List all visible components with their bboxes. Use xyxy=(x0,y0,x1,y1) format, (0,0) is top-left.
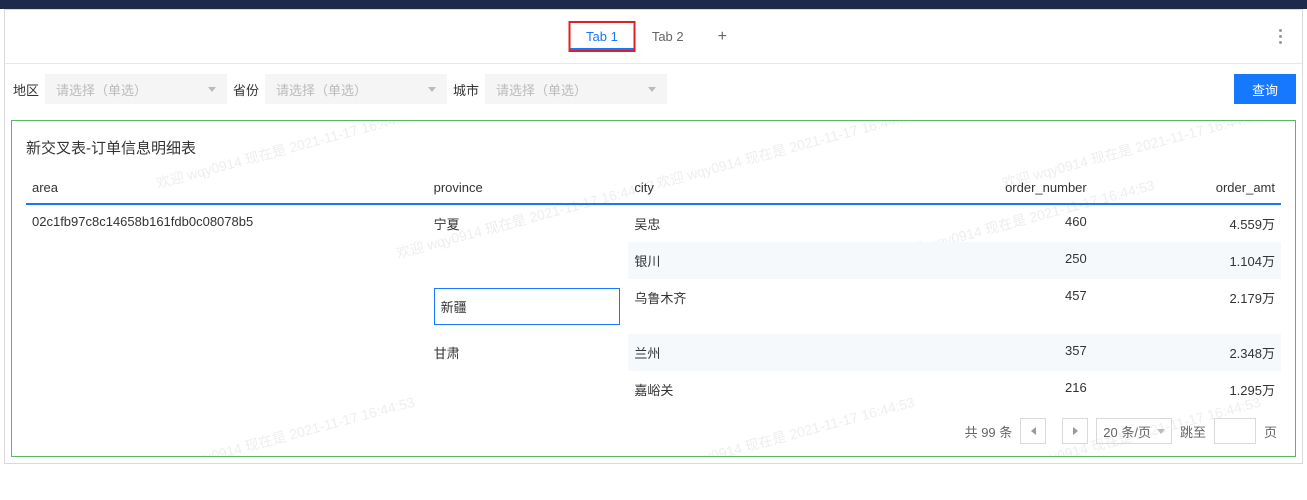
cell-order-number: 357 xyxy=(904,334,1092,371)
chevron-down-icon xyxy=(208,87,216,92)
cell-city: 银川 xyxy=(628,242,904,279)
cell-province: 宁夏 xyxy=(428,204,629,242)
cell-city: 兰州 xyxy=(628,334,904,371)
col-city: city xyxy=(628,172,904,204)
cell-order-number: 457 xyxy=(904,279,1092,334)
cell-area xyxy=(26,334,428,371)
cell-area xyxy=(26,279,428,334)
page-container: Tab 1 Tab 2 + 地区 请选择（单选） 省份 请选择（单选） 城市 xyxy=(4,9,1303,464)
cell-city: 嘉峪关 xyxy=(628,371,904,408)
pagination-total: 共 99 条 xyxy=(965,422,1013,441)
cell-order-number: 460 xyxy=(904,204,1092,242)
cell-area xyxy=(26,242,428,279)
filter-city-label: 城市 xyxy=(451,80,481,99)
col-province: province xyxy=(428,172,629,204)
cell-area: 02c1fb97c8c14658b161fdb0c08078b5 xyxy=(26,204,428,242)
tabs-list: Tab 1 Tab 2 + xyxy=(568,20,739,54)
col-order-amt: order_amt xyxy=(1093,172,1281,204)
tab-2[interactable]: Tab 2 xyxy=(636,21,700,52)
area-select[interactable]: 请选择（单选） xyxy=(45,74,227,104)
query-button[interactable]: 查询 xyxy=(1234,74,1296,104)
filter-area-label: 地区 xyxy=(11,80,41,99)
page-size-label: 20 条/页 xyxy=(1103,422,1151,441)
pagination: 共 99 条 20 条/页 跳至 页 xyxy=(26,408,1281,446)
tab-1[interactable]: Tab 1 xyxy=(570,25,634,50)
table-row: 银川2501.104万 xyxy=(26,242,1281,279)
app-topbar xyxy=(0,0,1307,9)
cell-area xyxy=(26,371,428,408)
pagination-next[interactable] xyxy=(1062,418,1088,444)
cell-order-amt: 1.104万 xyxy=(1093,242,1281,279)
cell-city: 乌鲁木齐 xyxy=(628,279,904,334)
cell-order-amt: 1.295万 xyxy=(1093,371,1281,408)
table-row: 甘肃兰州3572.348万 xyxy=(26,334,1281,371)
pagination-prev[interactable] xyxy=(1020,418,1046,444)
tabs-bar: Tab 1 Tab 2 + xyxy=(5,10,1302,64)
add-tab-button[interactable]: + xyxy=(706,20,739,54)
cell-province xyxy=(428,242,629,279)
filter-city: 城市 请选择（单选） xyxy=(451,74,667,104)
report-panel: 欢迎 wqy0914 现在是 2021-11-17 16:44:53 欢迎 wq… xyxy=(11,120,1296,457)
table-header-row: area province city order_number order_am… xyxy=(26,172,1281,204)
cell-order-number: 216 xyxy=(904,371,1092,408)
filter-bar: 地区 请选择（单选） 省份 请选择（单选） 城市 请选择（单选） 查询 xyxy=(5,64,1302,114)
filter-province-label: 省份 xyxy=(231,80,261,99)
cross-table: area province city order_number order_am… xyxy=(26,172,1281,408)
area-placeholder: 请选择（单选） xyxy=(56,80,147,99)
city-placeholder: 请选择（单选） xyxy=(496,80,587,99)
table-row: 新疆乌鲁木齐4572.179万 xyxy=(26,279,1281,334)
cell-province[interactable]: 新疆 xyxy=(428,279,629,334)
jump-suffix: 页 xyxy=(1264,422,1277,441)
table-row: 02c1fb97c8c14658b161fdb0c08078b5宁夏吴忠4604… xyxy=(26,204,1281,242)
filter-province: 省份 请选择（单选） xyxy=(231,74,447,104)
report-title: 新交叉表-订单信息明细表 xyxy=(26,137,1281,158)
province-placeholder: 请选择（单选） xyxy=(276,80,367,99)
province-select[interactable]: 请选择（单选） xyxy=(265,74,447,104)
cell-order-amt: 2.348万 xyxy=(1093,334,1281,371)
chevron-left-icon xyxy=(1031,427,1036,435)
cell-province: 甘肃 xyxy=(428,334,629,371)
more-vertical-icon[interactable] xyxy=(1271,21,1290,52)
chevron-down-icon xyxy=(648,87,656,92)
chevron-down-icon xyxy=(428,87,436,92)
col-order-number: order_number xyxy=(904,172,1092,204)
table-row: 嘉峪关2161.295万 xyxy=(26,371,1281,408)
city-select[interactable]: 请选择（单选） xyxy=(485,74,667,104)
page-size-select[interactable]: 20 条/页 xyxy=(1096,418,1172,444)
cell-order-amt: 2.179万 xyxy=(1093,279,1281,334)
col-area: area xyxy=(26,172,428,204)
filter-area: 地区 请选择（单选） xyxy=(11,74,227,104)
chevron-down-icon xyxy=(1157,429,1165,434)
cell-province xyxy=(428,371,629,408)
jump-page-input[interactable] xyxy=(1214,418,1256,444)
cell-order-number: 250 xyxy=(904,242,1092,279)
tab-highlight-box: Tab 1 xyxy=(568,21,636,52)
table-body: 02c1fb97c8c14658b161fdb0c08078b5宁夏吴忠4604… xyxy=(26,204,1281,408)
cell-order-amt: 4.559万 xyxy=(1093,204,1281,242)
cell-city: 吴忠 xyxy=(628,204,904,242)
chevron-right-icon xyxy=(1073,427,1078,435)
jump-label: 跳至 xyxy=(1180,422,1206,441)
